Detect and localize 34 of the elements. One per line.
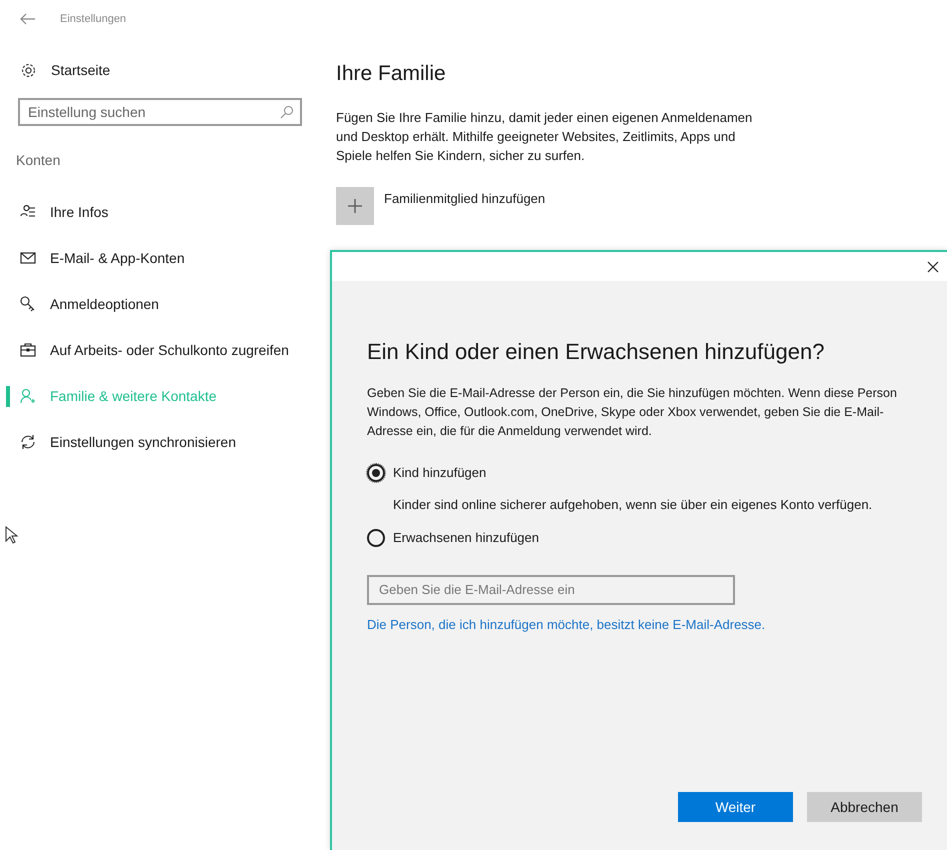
section-heading: Konten [16, 151, 62, 170]
radio-label[interactable]: Erwachsenen hinzufügen [393, 528, 539, 548]
cancel-button[interactable]: Abbrechen [807, 792, 922, 822]
search-icon[interactable] [280, 105, 294, 119]
sidebar-item[interactable]: Einstellungen synchronisieren [50, 432, 236, 452]
page-description: Fügen Sie Ihre Familie hinzu, damit jeder einen eigenen Anmeldenamen und Desktop erhält. Mithilfe geeigneter Websites, Zeitlimits, Apps und Spiele helfen Sie Kindern, sicher zu surfen. [336, 108, 754, 164]
briefcase-icon [20, 342, 36, 358]
sidebar-item[interactable]: Ihre Infos [50, 202, 108, 222]
home-item[interactable]: Startseite [20, 52, 110, 88]
sidebar-item[interactable]: E-Mail- & App-Konten [50, 248, 185, 268]
radio-button[interactable] [367, 464, 385, 482]
sidebar-item[interactable]: Auf Arbeits- oder Schulkonto zugreifen [50, 340, 289, 360]
sync-icon [20, 434, 36, 450]
mouse-pointer-icon [5, 526, 19, 544]
radio-label[interactable]: Kind hinzufügen [393, 463, 486, 483]
close-icon[interactable] [927, 260, 939, 272]
page-title: Ihre Familie [336, 61, 447, 87]
radio-button[interactable] [367, 528, 385, 546]
person-add-icon [20, 388, 36, 404]
option-hint: Kinder sind online sicherer aufgehoben, wenn sie über ein eigenes Konto verfügen. [393, 496, 874, 514]
add-family-member-button[interactable]: Familienmitglied hinzufügen [336, 186, 546, 224]
dialog-description: Geben Sie die E-Mail-Adresse der Person ein, die Sie hinzufügen möchten. Wenn diese Person Windows, Office, Outlook.com, OneDrive, Skype oder Xbox verwendet, geben Sie die E-Mail-Adresse ein, die für die Anmeldung verwendet wird. [367, 385, 898, 440]
envelope-icon [20, 250, 36, 266]
search-field[interactable]: Einstellung suchen [18, 98, 302, 126]
dialog-title: Ein Kind oder einen Erwachsenen hinzufügen? [367, 338, 826, 366]
plus-icon [336, 186, 374, 224]
no-email-link[interactable]: Die Person, die ich hinzufügen möchte, besitzt keine E-Mail-Adresse. [367, 614, 766, 634]
key-icon [20, 296, 36, 312]
settings-icon [20, 62, 37, 78]
next-button[interactable]: Weiter [678, 792, 793, 822]
window-title: Einstellungen [60, 12, 126, 27]
sidebar-item[interactable]: Anmeldeoptionen [50, 294, 159, 314]
back-arrow-icon[interactable] [20, 13, 36, 25]
email-field[interactable]: Geben Sie die E-Mail-Adresse ein [367, 574, 735, 604]
